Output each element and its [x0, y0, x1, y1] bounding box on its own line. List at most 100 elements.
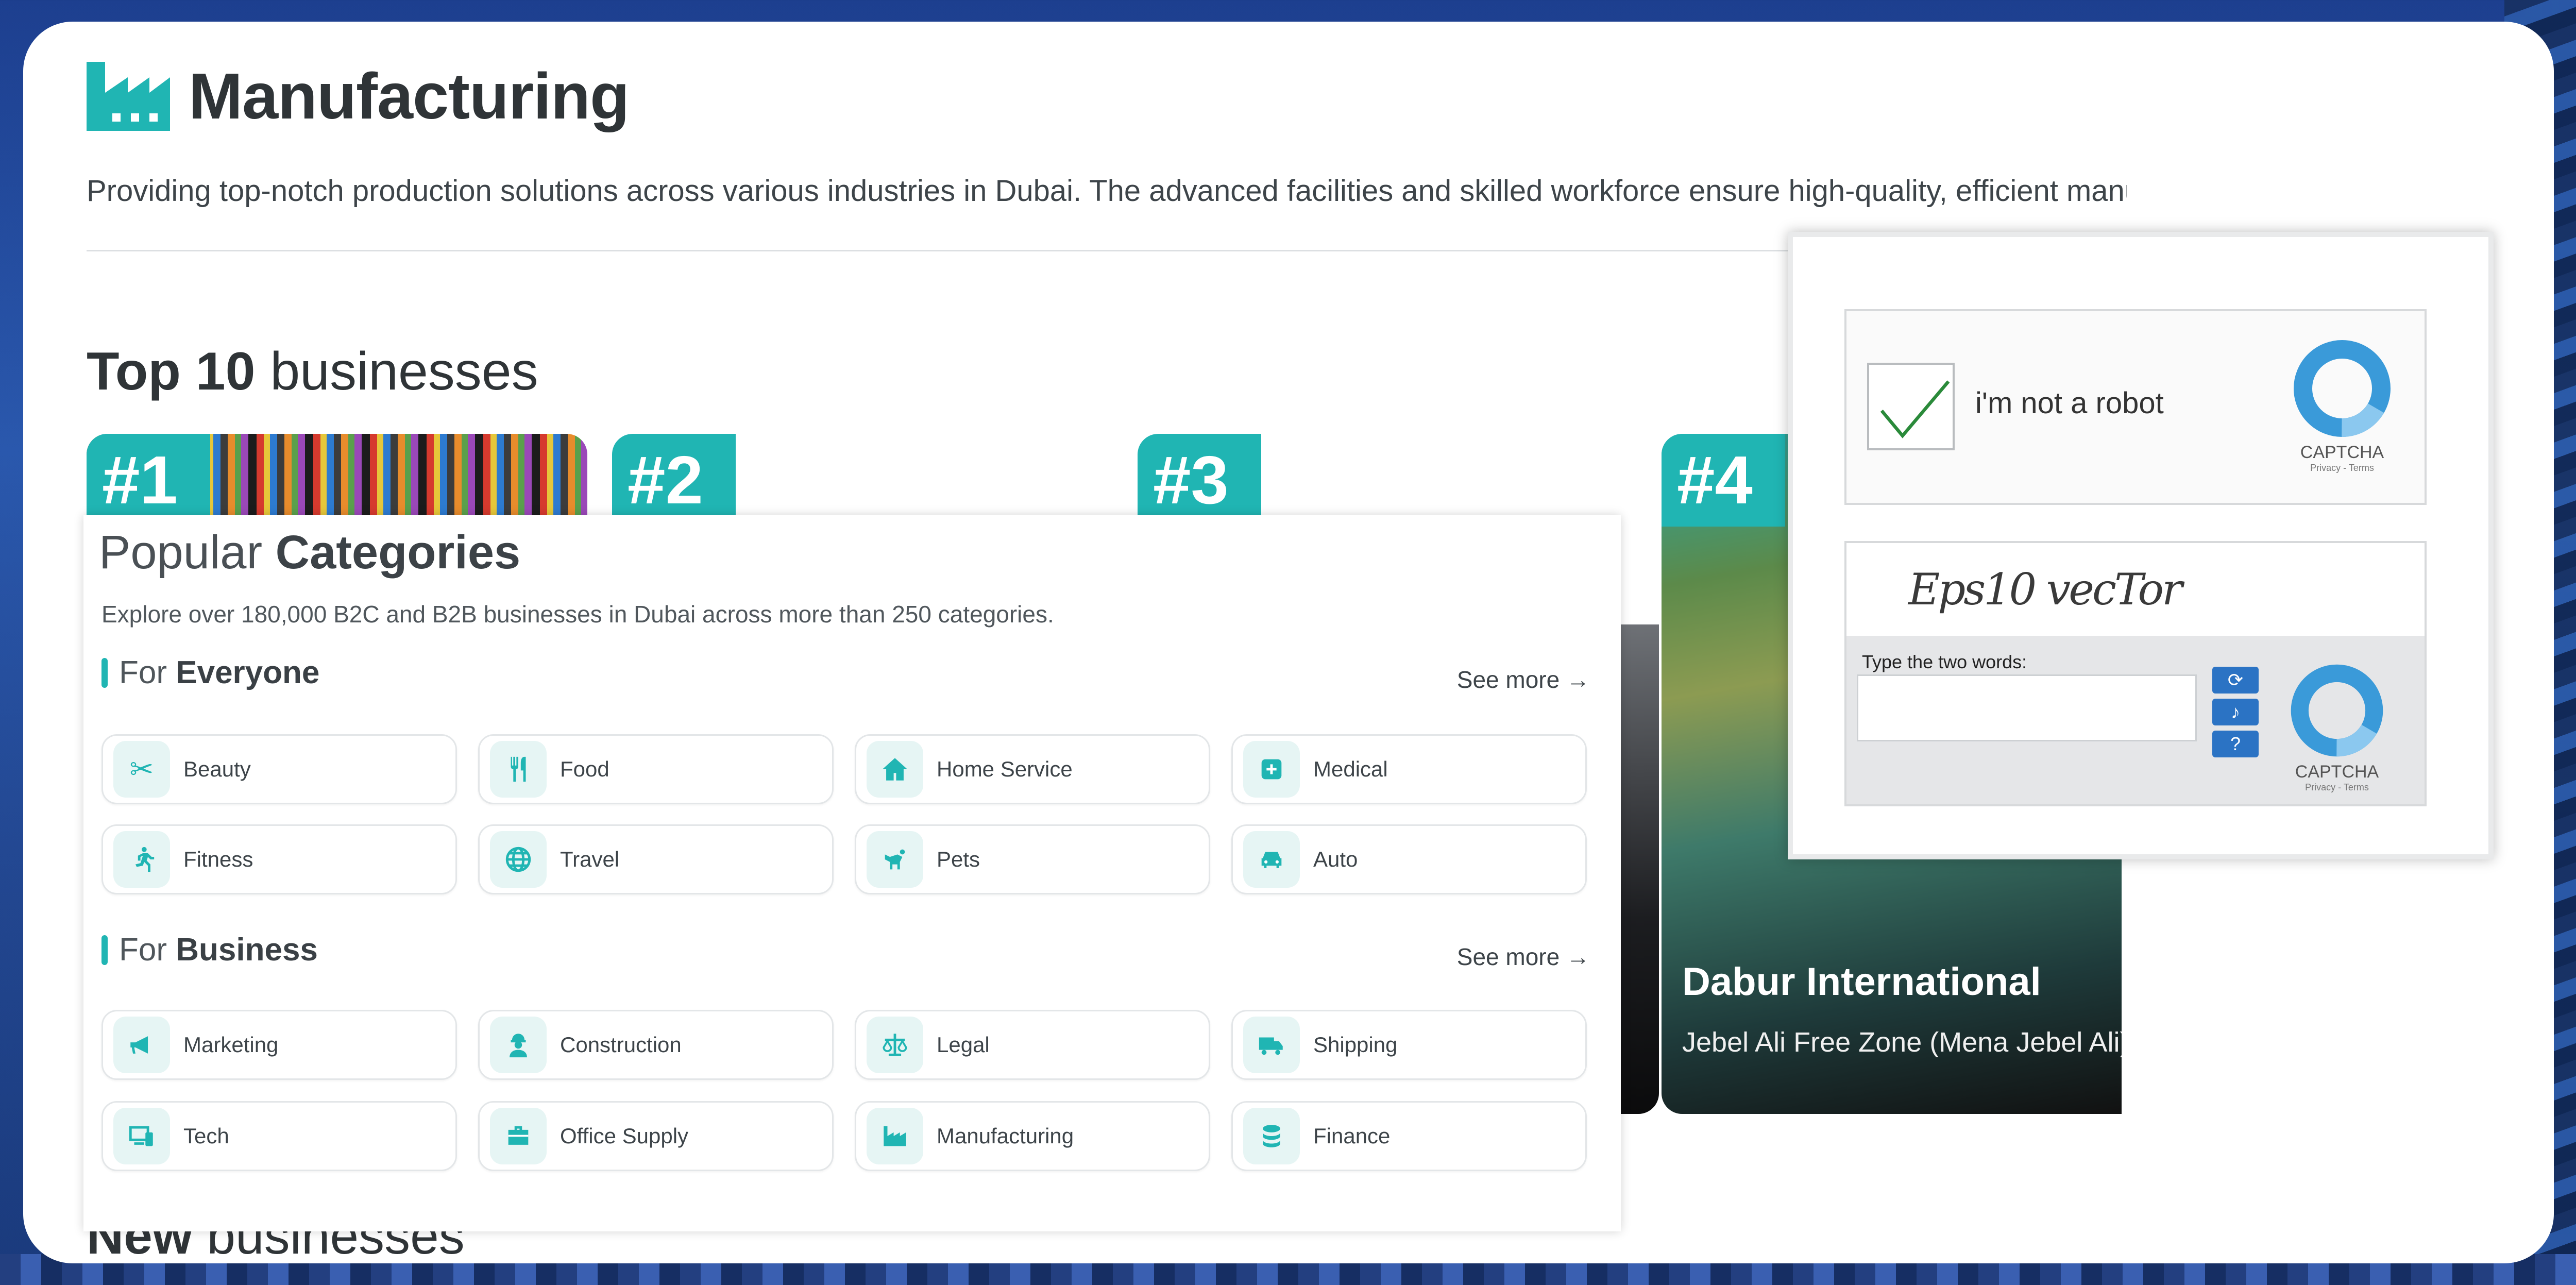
category-label: Marketing [183, 1033, 279, 1057]
category-label: Office Supply [560, 1124, 689, 1148]
factory-icon [867, 1108, 923, 1164]
captcha-brand: CAPTCHA [2300, 443, 2384, 462]
section-prefix: For [119, 932, 176, 968]
section-bold: Business [176, 932, 318, 968]
robot-checkbox[interactable] [1867, 363, 1955, 450]
category-label: Medical [1313, 757, 1388, 781]
category-travel[interactable]: Travel [478, 824, 834, 894]
coins-icon [1243, 1108, 1300, 1164]
arrow-right-icon: → [1566, 943, 1590, 970]
text-captcha-widget: Eps10 vecTor Type the two words: ⟳ ♪ ? C… [1844, 541, 2427, 806]
categories-title-bold: Categories [275, 526, 521, 579]
utensils-icon [490, 741, 547, 798]
megaphone-icon [113, 1017, 170, 1073]
category-auto[interactable]: Auto [1231, 824, 1587, 894]
truck-icon [1243, 1017, 1300, 1073]
category-label: Tech [183, 1124, 229, 1148]
category-manufacturing[interactable]: Manufacturing [855, 1101, 1210, 1171]
home-icon [867, 741, 923, 798]
audio-icon[interactable]: ♪ [2212, 699, 2259, 725]
running-icon [113, 831, 170, 888]
see-more-everyone-link[interactable]: See more → [1457, 666, 1590, 694]
category-label: Auto [1313, 847, 1358, 871]
rank-badge-3: #3 [1138, 434, 1261, 527]
section-heading-text: For Business [119, 932, 318, 968]
category-food[interactable]: Food [478, 734, 834, 804]
captcha-brand: CAPTCHA [2295, 762, 2379, 782]
category-home-service[interactable]: Home Service [855, 734, 1210, 804]
help-icon[interactable]: ? [2212, 731, 2259, 757]
scales-icon [867, 1017, 923, 1073]
page-header: Manufacturing [87, 59, 630, 133]
captcha-answer-input[interactable] [1857, 674, 2197, 741]
business-location: Jebel Ali Free Zone (Mena Jebel Ali), [1682, 1027, 2122, 1058]
refresh-icon[interactable]: ⟳ [2212, 667, 2259, 694]
category-label: Construction [560, 1033, 682, 1057]
scissors-icon: ✂ [113, 741, 170, 798]
see-more-label: See more [1456, 666, 1560, 693]
section-prefix: For [119, 655, 176, 690]
category-shipping[interactable]: Shipping [1231, 1010, 1587, 1080]
captcha-words-image: Eps10 vecTor [1846, 543, 2425, 636]
type-words-label: Type the two words: [1862, 651, 2027, 672]
category-marketing[interactable]: Marketing [101, 1010, 457, 1080]
factory-icon [87, 61, 170, 131]
top10-heading-bold: Top 10 [87, 342, 256, 401]
popular-categories-panel: Popular Categories Explore over 180,000 … [83, 515, 1621, 1231]
captcha-logo: CAPTCHA Privacy - Terms [2291, 337, 2394, 474]
medical-icon [1243, 741, 1300, 798]
category-label: Manufacturing [937, 1124, 1074, 1148]
category-label: Travel [560, 847, 620, 871]
category-beauty[interactable]: ✂ Beauty [101, 734, 457, 804]
see-more-label: See more [1456, 943, 1560, 970]
privacy-terms-link[interactable]: Privacy - Terms [2285, 782, 2388, 793]
captcha-logo-icon [2291, 664, 2383, 757]
rank-badge-4: #4 [1662, 434, 1785, 527]
captcha-panel: i'm not a robot CAPTCHA Privacy - Terms … [1788, 232, 2494, 859]
captcha-logo-secondary: CAPTCHA Privacy - Terms [2285, 662, 2388, 793]
section-accent-bar [101, 657, 108, 688]
category-pets[interactable]: Pets [855, 824, 1210, 894]
privacy-terms-link[interactable]: Privacy - Terms [2291, 463, 2394, 474]
category-fitness[interactable]: Fitness [101, 824, 457, 894]
page-description: Providing top-notch production solutions… [87, 174, 2127, 208]
captcha-distorted-text: Eps10 vecTor [1908, 564, 2182, 615]
checkmark-icon [1880, 380, 1950, 438]
globe-icon [490, 831, 547, 888]
category-tech[interactable]: Tech [101, 1101, 457, 1171]
rank-badge-1: #1 [87, 434, 210, 527]
top10-heading: Top 10 businesses [87, 341, 538, 402]
see-more-business-link[interactable]: See more → [1457, 943, 1590, 971]
pets-icon [867, 831, 923, 888]
recaptcha-widget: i'm not a robot CAPTCHA Privacy - Terms [1844, 309, 2427, 505]
category-legal[interactable]: Legal [855, 1010, 1210, 1080]
category-label: Beauty [183, 757, 251, 781]
car-icon [1243, 831, 1300, 888]
category-construction[interactable]: Construction [478, 1010, 834, 1080]
top10-heading-rest: businesses [255, 342, 538, 401]
category-label: Pets [937, 847, 980, 871]
section-heading-business: For Business [101, 932, 318, 968]
rank-badge-2: #2 [612, 434, 736, 527]
categories-title-light: Popular [99, 526, 276, 579]
category-label: Food [560, 757, 609, 781]
category-office-supply[interactable]: Office Supply [478, 1101, 834, 1171]
section-heading-everyone: For Everyone [101, 654, 319, 691]
category-medical[interactable]: Medical [1231, 734, 1587, 804]
robot-checkbox-label: i'm not a robot [1975, 386, 2164, 420]
worker-icon [490, 1017, 547, 1073]
category-label: Legal [937, 1033, 990, 1057]
section-bold: Everyone [176, 655, 320, 690]
devices-icon [113, 1108, 170, 1164]
category-finance[interactable]: Finance [1231, 1101, 1587, 1171]
page-title: Manufacturing [189, 60, 630, 132]
category-label: Finance [1313, 1124, 1391, 1148]
captcha-logo-icon [2294, 340, 2391, 437]
category-label: Home Service [937, 757, 1073, 781]
business-name[interactable]: Dabur International [1682, 959, 2041, 1004]
category-label: Fitness [183, 847, 253, 871]
categories-subtitle: Explore over 180,000 B2C and B2B busines… [101, 601, 1054, 628]
categories-title: Popular Categories [99, 526, 520, 580]
section-accent-bar [101, 935, 108, 965]
arrow-right-icon: → [1566, 666, 1590, 693]
